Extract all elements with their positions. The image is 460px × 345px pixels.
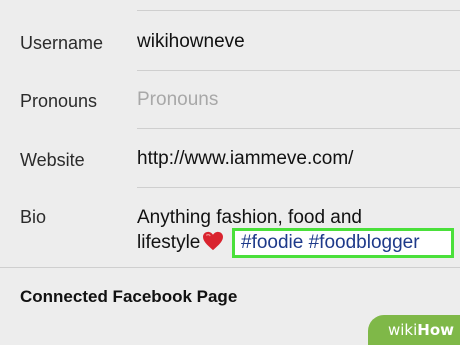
website-field[interactable]: http://www.iammeve.com/ xyxy=(137,148,353,170)
section-divider xyxy=(0,267,460,268)
bio-label: Bio xyxy=(20,207,47,227)
bio-text-line2: lifestyle xyxy=(137,232,201,253)
watermark-wiki: wiki xyxy=(387,321,418,339)
connected-facebook-page-link[interactable]: Connected Facebook Page xyxy=(20,286,237,308)
pronouns-field[interactable]: Pronouns xyxy=(137,89,218,111)
heart-emoji-icon xyxy=(203,231,224,251)
watermark-how: How xyxy=(417,321,454,339)
pronouns-label: Pronouns xyxy=(20,91,98,111)
bio-hashtags[interactable]: #foodie #foodblogger xyxy=(241,231,420,255)
divider-username xyxy=(137,70,460,71)
username-label: Username xyxy=(20,33,104,53)
top-divider xyxy=(137,10,460,11)
divider-pronouns xyxy=(137,128,460,129)
bio-text-line1: Anything fashion, food and xyxy=(137,207,363,228)
divider-website xyxy=(137,187,460,188)
edit-profile-page: Username wikihowneve Pronouns Pronouns W… xyxy=(0,0,460,345)
username-field[interactable]: wikihowneve xyxy=(137,31,245,53)
wikihow-watermark-logo: wikiHow xyxy=(368,315,460,345)
website-label: Website xyxy=(20,150,85,170)
